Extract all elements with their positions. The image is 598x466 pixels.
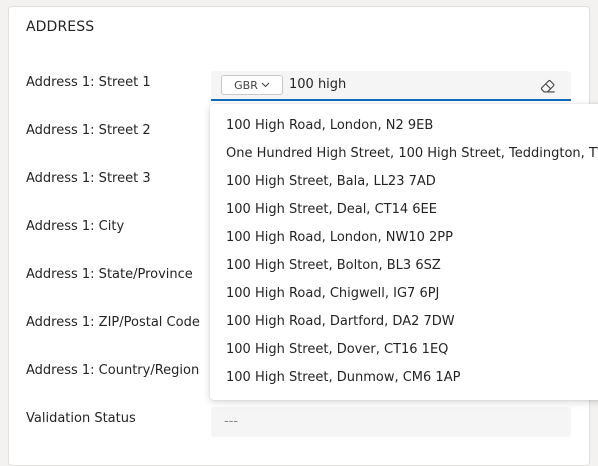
suggestion-item[interactable]: 100 High Road, Dartford, DA2 7DW — [226, 314, 455, 329]
suggestion-item[interactable]: 100 High Street, Bolton, BL3 6SZ — [226, 258, 441, 273]
eraser-icon[interactable] — [539, 77, 557, 95]
suggestion-item[interactable]: One Hundred High Street, 100 High Street… — [226, 146, 598, 161]
state-province-label: Address 1: State/Province — [26, 267, 193, 282]
suggestion-item[interactable]: 100 High Road, London, N2 9EB — [226, 118, 433, 133]
country-code-dropdown[interactable]: GBR — [221, 75, 283, 95]
suggestion-item[interactable]: 100 High Street, Deal, CT14 6EE — [226, 202, 437, 217]
suggestion-item[interactable]: 100 High Road, London, NW10 2PP — [226, 230, 453, 245]
suggestion-item[interactable]: 100 High Street, Dover, CT16 1EQ — [226, 342, 448, 357]
validation-status-label: Validation Status — [26, 411, 136, 426]
street1-input[interactable]: GBR 100 high — [211, 71, 571, 101]
address-suggestions-dropdown: 100 High Road, London, N2 9EB One Hundre… — [210, 104, 598, 400]
chevron-down-icon — [261, 82, 270, 88]
zip-postal-code-label: Address 1: ZIP/Postal Code — [26, 315, 200, 330]
validation-status-value: --- — [224, 414, 239, 429]
section-title: ADDRESS — [26, 19, 95, 35]
suggestion-item[interactable]: 100 High Street, Dunmow, CM6 1AP — [226, 370, 460, 385]
suggestion-item[interactable]: 100 High Road, Chigwell, IG7 6PJ — [226, 286, 439, 301]
street2-label: Address 1: Street 2 — [26, 123, 151, 138]
street1-label: Address 1: Street 1 — [26, 75, 151, 90]
street1-value[interactable]: 100 high — [289, 77, 346, 92]
city-label: Address 1: City — [26, 219, 125, 234]
validation-status-field: --- — [211, 407, 571, 437]
country-region-label: Address 1: Country/Region — [26, 363, 200, 378]
country-code-value: GBR — [234, 78, 258, 92]
street3-label: Address 1: Street 3 — [26, 171, 151, 186]
suggestion-item[interactable]: 100 High Street, Bala, LL23 7AD — [226, 174, 436, 189]
